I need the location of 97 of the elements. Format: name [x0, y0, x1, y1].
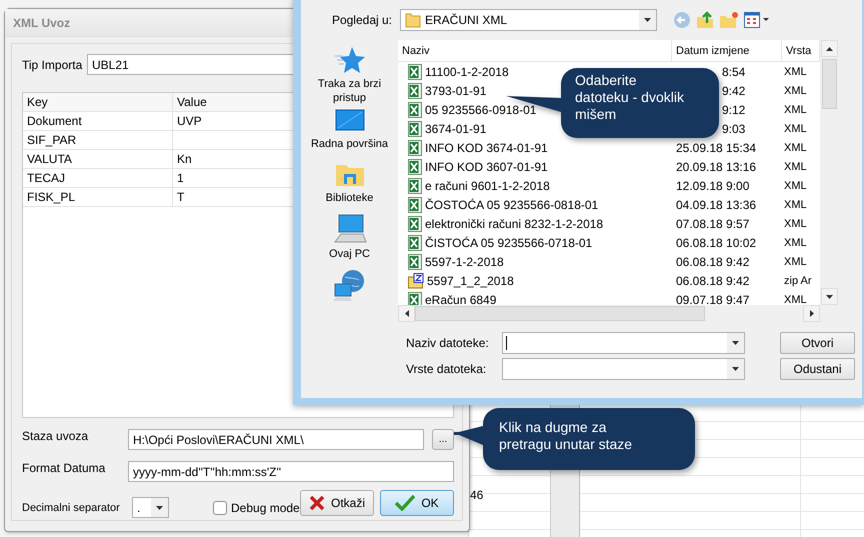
new-folder-icon[interactable]: [719, 11, 739, 29]
column-header[interactable]: Naziv: [398, 40, 672, 61]
file-date: 9:42: [722, 84, 746, 98]
column-header: Key: [23, 93, 173, 112]
scroll-right-icon: [810, 310, 814, 317]
spreadsheet-file-icon: [408, 216, 422, 232]
table-cell: FISK_PL: [23, 188, 173, 207]
cancel-button[interactable]: Odustani: [780, 358, 855, 380]
spreadsheet-file-icon: [408, 64, 422, 80]
file-type: XML: [784, 294, 807, 305]
open-button[interactable]: Otvori: [780, 332, 855, 354]
table-cell: SIF_PAR: [23, 131, 173, 150]
field-label: Decimalni separator: [22, 502, 121, 514]
spreadsheet-file-icon: [408, 196, 422, 212]
spreadsheet-file-icon: [408, 158, 422, 174]
vertical-scrollbar[interactable]: [820, 40, 838, 305]
network-globe-icon: [332, 268, 366, 302]
file-date: 8:54: [722, 64, 746, 78]
field-label: Tip Importa: [22, 58, 84, 72]
import-path-field[interactable]: H:\Opći Poslovi\ERAČUNI XML\: [128, 429, 424, 450]
browse-button[interactable]: ...: [432, 429, 454, 450]
view-menu-icon[interactable]: [744, 12, 770, 28]
scroll-up-icon: [826, 46, 832, 50]
file-type: zip Ar: [784, 274, 812, 286]
look-in-dropdown[interactable]: ERAČUNI XML: [400, 9, 657, 31]
computer-icon: [332, 214, 366, 244]
scroll-left-icon: [404, 310, 408, 317]
field-label: Pogledaj u:: [330, 13, 393, 27]
file-date: 20.09.18 13:16: [676, 160, 756, 174]
date-format-field[interactable]: yyyy-mm-dd''T''hh:mm:ss'Z'': [128, 461, 454, 482]
checkbox-label: Debug mode: [231, 500, 300, 514]
file-date: 9:12: [722, 102, 746, 116]
file-date: 07.08.18 9:57: [676, 216, 750, 230]
file-type: XML: [784, 180, 807, 192]
file-date: 09.07.18 9:47: [676, 292, 750, 305]
file-type: XML: [784, 160, 807, 172]
file-date: 06.08.18 9:42: [676, 274, 750, 288]
place-link[interactable]: Ovaj PC: [329, 248, 370, 262]
spreadsheet-file-icon: [408, 234, 422, 250]
cancel-button[interactable]: Otkaži: [300, 490, 374, 516]
checkmark-icon: [395, 494, 416, 510]
close-icon: [308, 494, 325, 510]
decimal-separator-dropdown[interactable]: .: [132, 497, 169, 518]
scroll-thumb[interactable]: [822, 59, 836, 109]
up-folder-icon[interactable]: [696, 11, 714, 29]
folder-icon: [405, 12, 421, 28]
file-type: XML: [784, 198, 807, 210]
field-label: Naziv datoteke:: [405, 336, 490, 350]
file-name[interactable]: 5597-1-2-2018: [425, 254, 504, 268]
file-name[interactable]: 11100-1-2-2018: [425, 64, 509, 78]
file-type: XML: [784, 142, 807, 154]
file-name[interactable]: ČISTOĆA 05 9235566-0718-01: [425, 236, 592, 250]
dropdown-arrow-icon: [826, 294, 832, 298]
file-type: XML: [784, 66, 807, 78]
file-type: XML: [784, 236, 807, 248]
file-type: XML: [784, 256, 807, 268]
spreadsheet-file-icon: [408, 254, 422, 270]
archive-file-icon: [408, 272, 424, 288]
column-header[interactable]: Datum izmjene: [672, 40, 782, 61]
dropdown-arrow-icon: [156, 506, 163, 510]
field-label: Staza uvoza: [22, 429, 90, 443]
file-type-dropdown[interactable]: [502, 358, 745, 380]
table-cell: VALUTA: [23, 150, 173, 169]
file-date: 12.09.18 9:00: [676, 178, 750, 192]
file-name[interactable]: 5597_1_2_2018: [427, 274, 514, 288]
file-name[interactable]: eRačun 6849: [425, 292, 496, 305]
file-name[interactable]: elektronički računi 8232-1-2-2018: [425, 216, 604, 230]
file-date: 9:03: [722, 122, 746, 136]
field-label: Format Datuma: [22, 461, 106, 475]
place-link[interactable]: Biblioteke: [326, 192, 374, 206]
file-type: XML: [784, 104, 807, 116]
file-name-field[interactable]: [502, 332, 745, 354]
spreadsheet-file-icon: [408, 82, 422, 98]
ok-button[interactable]: OK: [380, 490, 454, 516]
spreadsheet-file-icon: [408, 102, 422, 118]
dropdown-arrow-icon: [732, 367, 739, 371]
file-date: 04.09.18 13:36: [676, 198, 756, 212]
spreadsheet-file-icon: [408, 178, 422, 194]
file-type: XML: [784, 218, 807, 230]
dropdown-arrow-icon: [732, 341, 739, 345]
spreadsheet-file-icon: [408, 140, 422, 156]
debug-checkbox[interactable]: [213, 500, 227, 514]
file-date: 06.08.18 10:02: [676, 236, 756, 250]
back-icon[interactable]: [673, 11, 691, 29]
dropdown-arrow-icon: [644, 18, 651, 22]
spreadsheet-file-icon: [408, 120, 422, 136]
file-type: XML: [784, 84, 807, 96]
star-icon: [334, 46, 364, 74]
file-date: 25.09.18 15:34: [676, 140, 756, 154]
scroll-thumb[interactable]: [415, 306, 705, 321]
field-label: Vrste datoteka:: [405, 362, 488, 376]
place-link[interactable]: Radna površina: [310, 138, 388, 152]
file-date: 06.08.18 9:42: [676, 254, 750, 268]
file-type: XML: [784, 122, 807, 134]
table-cell: 46: [470, 488, 484, 502]
table-cell: TECAJ: [23, 169, 173, 188]
table-cell: Dokument: [23, 112, 173, 131]
